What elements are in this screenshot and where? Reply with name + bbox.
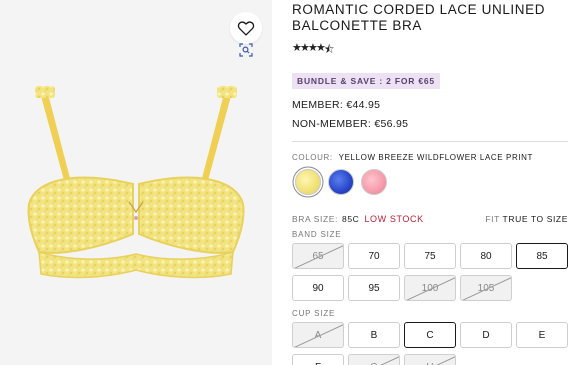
cup-size-options: A B C D E F G H bbox=[292, 322, 568, 365]
fit-label: FIT bbox=[485, 214, 500, 224]
cup-option[interactable]: C bbox=[404, 322, 456, 348]
star-icon: ★ bbox=[300, 42, 310, 54]
band-size-label: BAND SIZE bbox=[292, 230, 342, 239]
product-gallery bbox=[0, 0, 272, 365]
star-icon: ★ bbox=[316, 42, 326, 54]
half-star-icon: ⯪ bbox=[324, 44, 335, 56]
member-price: MEMBER: €44.95 bbox=[292, 99, 381, 111]
heart-icon bbox=[237, 21, 255, 36]
lens-icon bbox=[239, 43, 253, 57]
band-option[interactable]: 65 bbox=[292, 243, 344, 269]
cup-option[interactable]: A bbox=[292, 322, 344, 348]
product-details: ROMANTIC CORDED LACE UNLINED BALCONETTE … bbox=[292, 0, 575, 365]
star-icon: ★ bbox=[292, 42, 302, 54]
bundle-badge: BUNDLE & SAVE : 2 FOR €65 bbox=[292, 73, 440, 89]
bra-size-value: 85C bbox=[342, 214, 360, 224]
cup-size-label: CUP SIZE bbox=[292, 309, 336, 318]
cup-option[interactable]: D bbox=[460, 322, 512, 348]
band-option[interactable]: 105 bbox=[460, 275, 512, 301]
band-option[interactable]: 90 bbox=[292, 275, 344, 301]
rating-stars[interactable]: ★ ★ ★ ★ ⯪ bbox=[292, 41, 335, 60]
band-option[interactable]: 70 bbox=[348, 243, 400, 269]
divider bbox=[292, 141, 568, 142]
cup-option[interactable]: F bbox=[292, 354, 344, 365]
swatch-blue[interactable] bbox=[328, 169, 354, 195]
cup-option[interactable]: H bbox=[404, 354, 456, 365]
band-option[interactable]: 85 bbox=[516, 243, 568, 269]
product-image[interactable] bbox=[25, 84, 247, 280]
band-option[interactable]: 95 bbox=[348, 275, 400, 301]
band-size-options: 65 70 75 80 85 90 95 100 105 bbox=[292, 243, 568, 301]
cup-option[interactable]: G bbox=[348, 354, 400, 365]
colour-swatches bbox=[295, 169, 387, 195]
fit-info[interactable]: FIT TRUE TO SIZE bbox=[485, 214, 568, 224]
colour-value: YELLOW BREEZE WILDFLOWER LACE PRINT bbox=[338, 153, 534, 162]
colour-label: COLOUR: bbox=[292, 153, 333, 162]
stock-status: LOW STOCK bbox=[364, 214, 424, 224]
band-option[interactable]: 75 bbox=[404, 243, 456, 269]
band-option[interactable]: 80 bbox=[460, 243, 512, 269]
star-icon: ★ bbox=[308, 42, 318, 54]
visual-search-button[interactable] bbox=[236, 40, 256, 60]
bra-size-info: BRA SIZE: 85C LOW STOCK FIT TRUE TO SIZE bbox=[292, 214, 568, 224]
cup-option[interactable]: B bbox=[348, 322, 400, 348]
cup-option[interactable]: E bbox=[516, 322, 568, 348]
non-member-price: NON-MEMBER: €56.95 bbox=[292, 118, 409, 130]
swatch-pink[interactable] bbox=[361, 169, 387, 195]
product-title: ROMANTIC CORDED LACE UNLINED BALCONETTE … bbox=[292, 2, 546, 33]
swatch-yellow[interactable] bbox=[295, 169, 321, 195]
fit-value: TRUE TO SIZE bbox=[502, 214, 568, 224]
bra-size-label: BRA SIZE: bbox=[292, 214, 339, 224]
band-option[interactable]: 100 bbox=[404, 275, 456, 301]
colour-info: COLOUR: YELLOW BREEZE WILDFLOWER LACE PRI… bbox=[292, 153, 533, 162]
